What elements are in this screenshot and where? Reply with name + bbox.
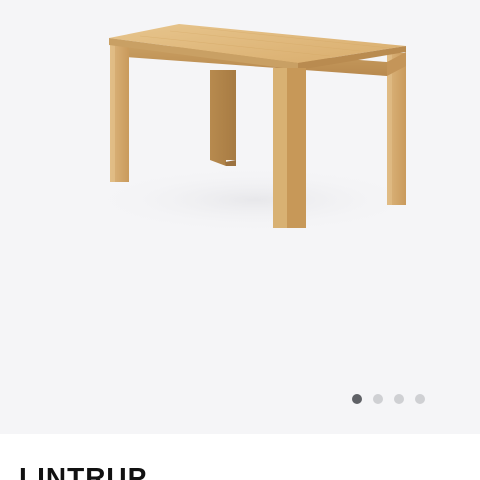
product-title: LINTRUP (19, 462, 148, 480)
image-carousel[interactable] (0, 0, 480, 434)
carousel-dot-3[interactable] (394, 394, 404, 404)
carousel-dot-2[interactable] (373, 394, 383, 404)
product-info: LINTRUP (0, 434, 480, 480)
product-page: LINTRUP (0, 0, 480, 480)
carousel-dot-4[interactable] (415, 394, 425, 404)
dining-table-image (85, 24, 425, 234)
carousel-dot-1[interactable] (352, 394, 362, 404)
carousel-pagination (352, 394, 425, 404)
